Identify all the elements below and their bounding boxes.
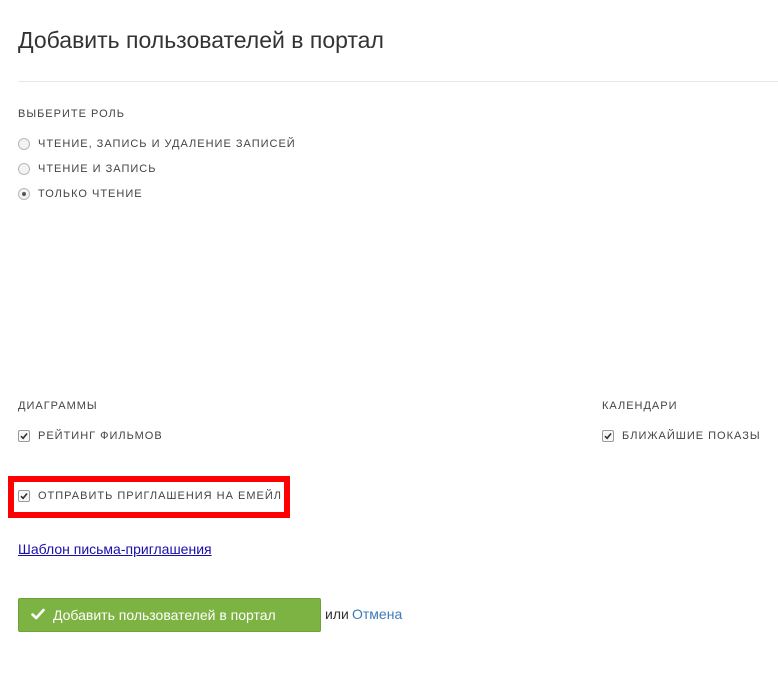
- role-option-label: Чтение и запись: [38, 163, 157, 175]
- checkbox-checked-icon[interactable]: [18, 490, 30, 502]
- role-option-label: Чтение, запись и удаление записей: [38, 138, 296, 150]
- or-text: или: [325, 606, 349, 622]
- send-email-invite-label: Отправить приглашения на емейл: [38, 490, 282, 502]
- cancel-link[interactable]: Отмена: [352, 606, 402, 622]
- diagram-item-movie-rating[interactable]: Рейтинг фильмов: [18, 429, 163, 443]
- checkbox-checked-icon[interactable]: [18, 430, 30, 442]
- page-title: Добавить пользователей в портал: [18, 27, 384, 53]
- diagrams-section-label: Диаграммы: [18, 400, 98, 412]
- radio-icon[interactable]: [18, 138, 30, 150]
- role-section-label: Выберите роль: [18, 108, 125, 120]
- calendars-section-label: Календари: [602, 400, 678, 412]
- diagram-item-label: Рейтинг фильмов: [38, 430, 163, 442]
- checkbox-checked-icon[interactable]: [602, 430, 614, 442]
- calendar-item-upcoming-shows[interactable]: Ближайшие показы: [602, 429, 761, 443]
- radio-selected-icon[interactable]: [18, 188, 30, 200]
- role-option-label: Только чтение: [38, 188, 143, 200]
- radio-icon[interactable]: [18, 163, 30, 175]
- title-divider: [18, 81, 778, 82]
- check-icon: [31, 607, 45, 623]
- invite-template-link[interactable]: Шаблон письма-приглашения: [18, 541, 212, 557]
- role-option-read-only[interactable]: Только чтение: [18, 187, 143, 201]
- send-email-invite-checkbox[interactable]: Отправить приглашения на емейл: [18, 489, 282, 503]
- add-users-button-label: Добавить пользователей в портал: [53, 607, 276, 623]
- calendar-item-label: Ближайшие показы: [622, 430, 761, 442]
- add-users-button[interactable]: Добавить пользователей в портал: [18, 598, 321, 632]
- role-option-read-write-delete[interactable]: Чтение, запись и удаление записей: [18, 137, 296, 151]
- role-option-read-write[interactable]: Чтение и запись: [18, 162, 156, 176]
